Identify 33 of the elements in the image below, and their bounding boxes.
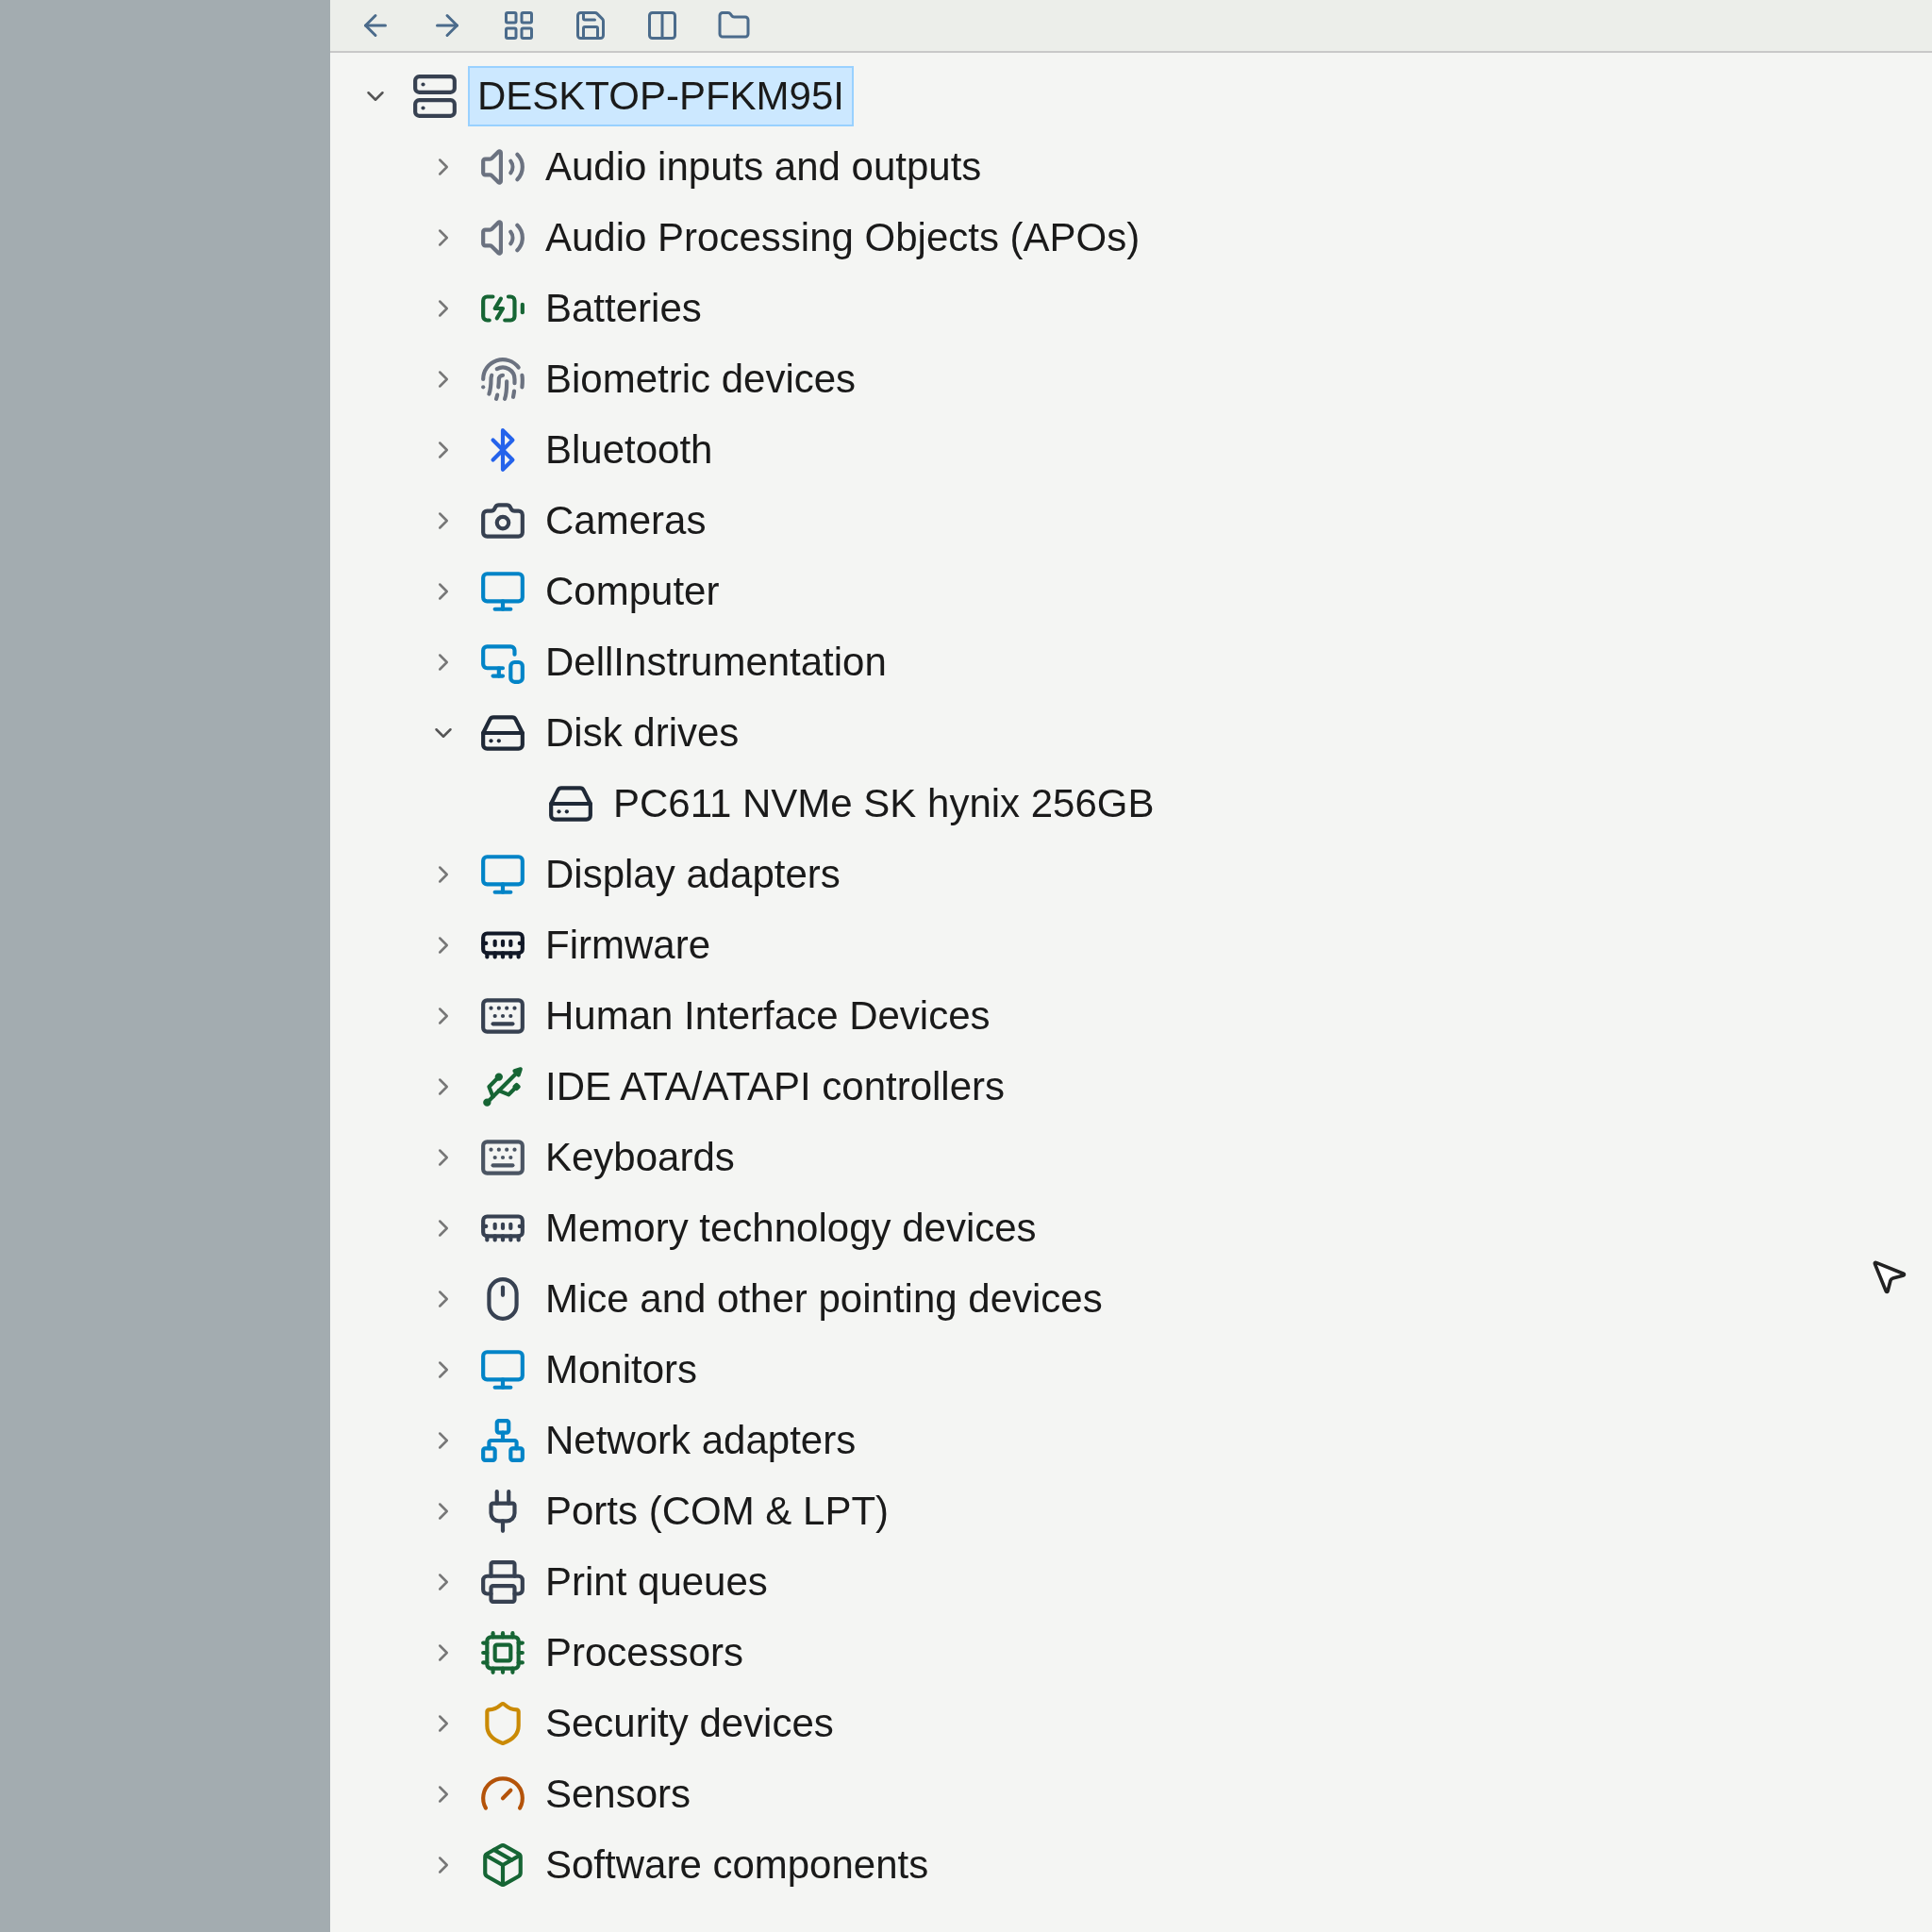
tree-item[interactable]: Firmware [536, 914, 720, 975]
tree-item[interactable]: Sensors [536, 1763, 701, 1824]
tree-item[interactable]: Bluetooth [536, 419, 723, 480]
tree-item[interactable]: DellInstrumentation [536, 631, 896, 692]
tree-item[interactable]: Processors [536, 1622, 754, 1683]
tree-item[interactable]: PC611 NVMe SK hynix 256GB [604, 773, 1164, 834]
network-icon [479, 1416, 526, 1464]
tree-item[interactable]: Computer [536, 560, 729, 622]
computer-icon [411, 72, 458, 120]
tree-item[interactable]: Print queues [536, 1551, 777, 1612]
tree-item[interactable]: Human Interface Devices [536, 985, 1000, 1046]
tree-item[interactable]: Audio inputs and outputs [536, 136, 991, 197]
tree-item[interactable]: Software components [536, 1834, 939, 1895]
tree-item[interactable]: Cameras [536, 490, 716, 551]
processor-icon [479, 1628, 526, 1676]
tree-item[interactable]: Ports (COM & LPT) [536, 1480, 899, 1541]
grid-icon[interactable] [502, 8, 536, 42]
tree-item[interactable]: IDE ATA/ATAPI controllers [536, 1056, 1015, 1117]
tree-item[interactable]: DESKTOP-PFKM95I [468, 65, 854, 126]
tree-item[interactable]: Monitors [536, 1339, 708, 1400]
panel-icon[interactable] [645, 8, 679, 42]
tree-item[interactable]: Mice and other pointing devices [536, 1268, 1112, 1329]
tree-item[interactable]: Memory technology devices [536, 1197, 1046, 1258]
fingerprint-icon [479, 355, 526, 403]
tree-item[interactable]: Biometric devices [536, 348, 866, 409]
tree-item[interactable]: Batteries [536, 277, 711, 339]
tree-item[interactable]: Display adapters [536, 843, 850, 905]
tree-item[interactable]: Network adapters [536, 1409, 866, 1471]
tree-item[interactable]: Keyboards [536, 1126, 744, 1188]
tree-item[interactable]: Security devices [536, 1692, 843, 1754]
tree-item[interactable]: Audio Processing Objects (APOs) [536, 207, 1150, 268]
tree-item[interactable]: Disk drives [536, 702, 749, 763]
printer-icon [479, 1557, 526, 1606]
